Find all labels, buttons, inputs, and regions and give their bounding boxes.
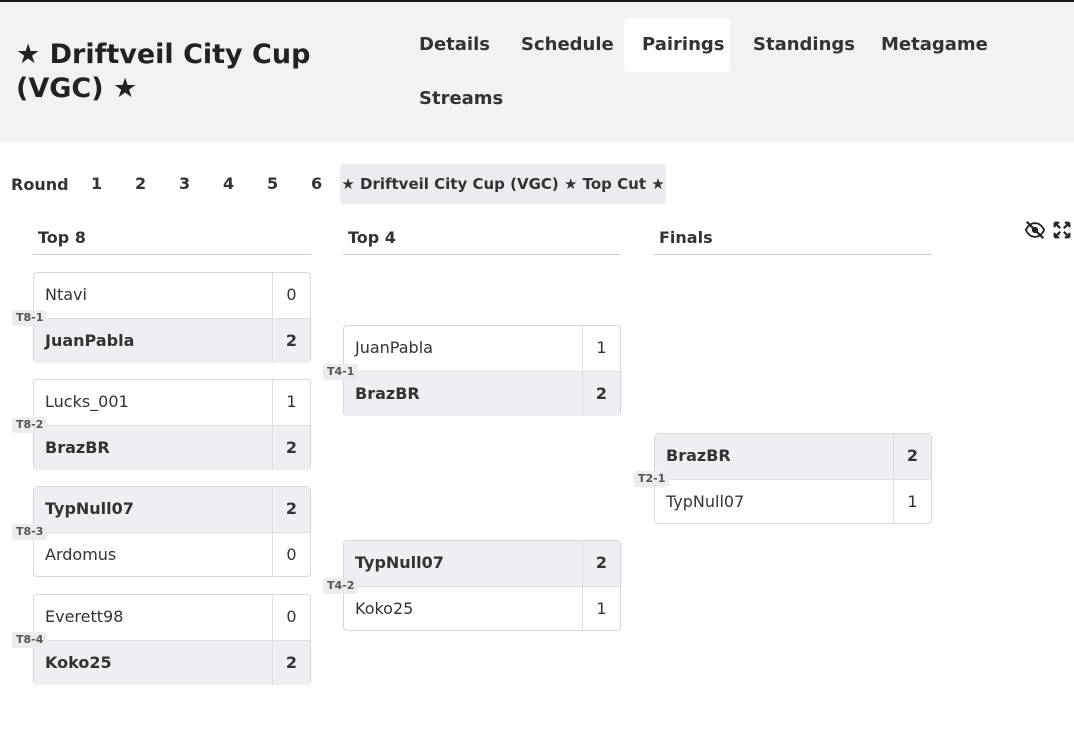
page-header: ★ Driftveil City Cup (VGC) ★ Details Sch… — [0, 2, 1074, 142]
column-top-4: Top 4 — [343, 226, 621, 255]
expand-icon[interactable] — [1051, 219, 1073, 241]
match-label: T8-4 — [12, 632, 48, 648]
player-name: TypNull07 — [45, 499, 134, 518]
tab-metagame[interactable]: Metagame — [863, 18, 1006, 72]
top-cut-button[interactable]: ★ Driftveil City Cup (VGC) ★ Top Cut ★ — [340, 164, 666, 204]
player-name: BrazBR — [666, 446, 731, 465]
match-label: T4-2 — [323, 578, 359, 594]
player-name: Ardomus — [45, 545, 117, 564]
round-5-button[interactable]: 5 — [267, 164, 278, 204]
player-score: 1 — [582, 326, 620, 371]
player-name: BrazBR — [355, 384, 420, 403]
tab-pairings[interactable]: Pairings — [624, 18, 730, 72]
player-row: TypNull07 2 — [344, 541, 620, 586]
player-row: TypNull07 2 — [34, 487, 310, 532]
tab-streams[interactable]: Streams — [401, 72, 521, 126]
player-score: 2 — [582, 372, 620, 416]
eye-slash-icon[interactable] — [1024, 219, 1046, 241]
match-card[interactable]: TypNull07 2 Ardomus 0 — [33, 486, 311, 577]
round-selector: Round 1 2 3 4 5 6 ★ Driftveil City Cup (… — [0, 164, 1074, 204]
match-card[interactable]: JuanPabla 1 BrazBR 2 — [343, 325, 621, 416]
tab-standings[interactable]: Standings — [735, 18, 873, 72]
player-score: 0 — [272, 595, 310, 640]
match-label: T8-3 — [12, 524, 48, 540]
player-row: Everett98 0 — [34, 595, 310, 640]
player-name: Everett98 — [45, 607, 124, 626]
match-card[interactable]: Ntavi 0 JuanPabla 2 — [33, 272, 311, 363]
player-name: Lucks_001 — [45, 392, 129, 411]
page-title: ★ Driftveil City Cup (VGC) ★ — [16, 39, 311, 104]
player-row: JuanPabla 2 — [34, 318, 310, 363]
player-name: JuanPabla — [355, 338, 433, 357]
player-name: JuanPabla — [45, 331, 135, 350]
player-row: Lucks_001 1 — [34, 380, 310, 425]
match-label: T8-1 — [12, 310, 48, 326]
tab-schedule[interactable]: Schedule — [503, 18, 632, 72]
match-label: T8-2 — [12, 417, 48, 433]
player-row: BrazBR 2 — [344, 371, 620, 416]
player-name: BrazBR — [45, 438, 110, 457]
player-name: TypNull07 — [666, 492, 745, 511]
player-score: 1 — [893, 480, 931, 524]
round-label: Round — [11, 175, 69, 194]
match-label: T4-1 — [323, 364, 359, 380]
player-row: Koko25 2 — [34, 640, 310, 685]
column-top-8: Top 8 — [33, 226, 311, 255]
round-1-button[interactable]: 1 — [91, 164, 102, 204]
player-name: Koko25 — [45, 653, 112, 672]
round-2-button[interactable]: 2 — [135, 164, 146, 204]
player-score: 2 — [582, 541, 620, 586]
match-card[interactable]: TypNull07 2 Koko25 1 — [343, 540, 621, 631]
round-3-button[interactable]: 3 — [179, 164, 190, 204]
player-score: 0 — [272, 273, 310, 318]
match-card[interactable]: BrazBR 2 TypNull07 1 — [654, 433, 932, 524]
player-score: 2 — [272, 641, 310, 685]
player-name: TypNull07 — [355, 553, 444, 572]
player-score: 1 — [272, 380, 310, 425]
tab-details[interactable]: Details — [401, 18, 508, 72]
player-row: Ardomus 0 — [34, 532, 310, 577]
player-score: 0 — [272, 533, 310, 577]
player-row: TypNull07 1 — [655, 479, 931, 524]
player-row: Koko25 1 — [344, 586, 620, 631]
player-score: 1 — [582, 587, 620, 631]
player-name: Ntavi — [45, 285, 87, 304]
player-row: Ntavi 0 — [34, 273, 310, 318]
player-score: 2 — [272, 487, 310, 532]
player-score: 2 — [272, 319, 310, 363]
player-score: 2 — [272, 426, 310, 470]
player-name: Koko25 — [355, 599, 414, 618]
round-4-button[interactable]: 4 — [223, 164, 234, 204]
round-6-button[interactable]: 6 — [311, 164, 322, 204]
match-card[interactable]: Lucks_001 1 BrazBR 2 — [33, 379, 311, 470]
player-score: 2 — [893, 434, 931, 479]
player-row: JuanPabla 1 — [344, 326, 620, 371]
column-finals: Finals — [654, 226, 932, 255]
player-row: BrazBR 2 — [655, 434, 931, 479]
match-label: T2-1 — [634, 471, 670, 487]
player-row: BrazBR 2 — [34, 425, 310, 470]
match-card[interactable]: Everett98 0 Koko25 2 — [33, 594, 311, 685]
